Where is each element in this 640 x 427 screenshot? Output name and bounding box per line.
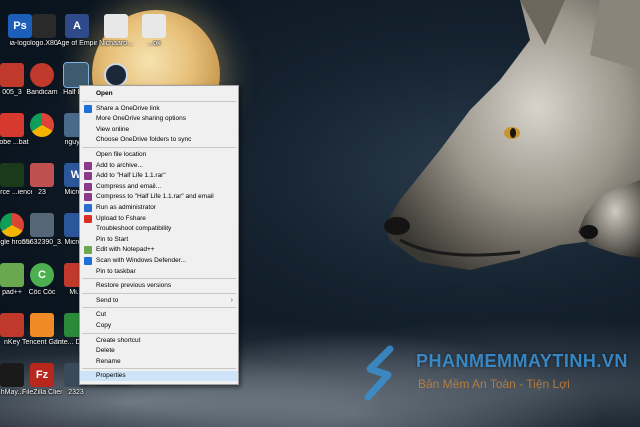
bandicam-icon — [30, 63, 54, 87]
menu-item-more-onedrive-sharing-options[interactable]: More OneDrive sharing options — [80, 114, 238, 124]
game-icon — [0, 163, 24, 187]
winrar-icon — [84, 193, 92, 202]
menu-item-open[interactable]: Open — [80, 89, 238, 99]
menu-item-view-online[interactable]: View online — [80, 125, 238, 135]
menu-separator — [82, 100, 236, 102]
menu-item-label: Add to archive... — [96, 161, 143, 169]
watermark-logo-icon — [364, 345, 394, 401]
menu-item-copy[interactable]: Copy — [80, 321, 238, 331]
menu-item-label: Compress to "Half Life 1.1.rar" and emai… — [96, 193, 214, 201]
menu-item-label: Open file location — [96, 151, 147, 158]
menu-item-compress-and-email[interactable]: Compress and email... — [80, 182, 238, 192]
menu-item-send-to[interactable]: Send to › — [80, 296, 238, 306]
menu-separator — [82, 307, 236, 309]
menu-separator — [82, 332, 236, 334]
menu-item-label: Pin to Start — [96, 235, 129, 243]
menu-item-label: Restore previous versions — [96, 282, 172, 290]
menu-item-pin-to-start[interactable]: Pin to Start — [80, 235, 238, 245]
menu-item-label: Cut — [96, 311, 107, 319]
desktop-icon[interactable] — [96, 63, 136, 87]
menu-item-share-a-onedrive-link[interactable]: Share a OneDrive link — [80, 104, 238, 114]
menu-item-add-to-half-life-1-1-rar[interactable]: Add to "Half Life 1.1.rar" — [80, 171, 238, 181]
filezilla-icon: Fz — [30, 363, 54, 387]
menu-item-properties[interactable]: Properties — [80, 371, 238, 382]
coccoc-icon: C — [30, 263, 54, 287]
menu-item-label: Add to "Half Life 1.1.rar" — [96, 172, 166, 180]
onedrive-icon — [84, 104, 92, 113]
chrome-icon — [30, 113, 54, 137]
menu-separator — [82, 292, 236, 294]
image-file-icon — [32, 14, 56, 38]
desktop-icon[interactable]: Nichaaro... — [96, 14, 136, 48]
menu-item-label: Choose OneDrive folders to sync — [96, 136, 192, 144]
menu-item-label: Rename — [96, 357, 121, 365]
menu-item-label: Scan with Windows Defender... — [96, 257, 186, 264]
menu-item-edit-with-notepad[interactable]: Edit with Notepad++ — [80, 245, 238, 255]
menu-separator — [82, 368, 236, 370]
menu-item-label: More OneDrive sharing options — [96, 115, 186, 123]
menu-item-run-as-administrator[interactable]: Run as administrator — [80, 203, 238, 213]
image-file-icon — [30, 213, 54, 237]
watermark-subtitle: Bản Mềm An Toàn - Tiện Lợi — [418, 377, 570, 391]
notepadpp-icon — [0, 263, 24, 287]
menu-item-label: Delete — [96, 347, 115, 355]
menu-item-add-to-archive[interactable]: Add to archive... — [80, 161, 238, 171]
desktop-icon[interactable]: AAge of Empires II HD — [57, 14, 97, 48]
defender-icon — [84, 257, 92, 265]
steam-icon — [104, 63, 128, 87]
menu-item-rename[interactable]: Rename — [80, 357, 238, 367]
document-icon — [104, 14, 128, 38]
menu-item-label: Properties — [96, 372, 126, 380]
menu-item-scan-with-windows-defender[interactable]: Scan with Windows Defender... — [80, 256, 238, 266]
half-life-icon — [63, 62, 89, 88]
menu-item-create-shortcut[interactable]: Create shortcut — [80, 336, 238, 346]
watermark: PHANMEMMAYTINH.VN Bản Mềm An Toàn - Tiện… — [360, 345, 640, 405]
menu-item-label: Send to — [96, 296, 119, 304]
fshare-icon — [84, 214, 92, 223]
menu-item-label: Pin to taskbar — [96, 267, 136, 275]
menu-item-pin-to-taskbar[interactable]: Pin to taskbar — [80, 267, 238, 277]
unikey-icon — [0, 313, 24, 337]
menu-item-upload-to-fshare[interactable]: Upload to Fshare — [80, 214, 238, 224]
menu-item-label: Run as administrator — [96, 204, 156, 211]
menu-item-troubleshoot-compatibility[interactable]: Troubleshoot compatibility — [80, 224, 238, 234]
age-of-empires-icon: A — [65, 14, 89, 38]
menu-item-choose-onedrive-folders-to-sync[interactable]: Choose OneDrive folders to sync — [80, 135, 238, 145]
menu-item-label: Share a OneDrive link — [96, 104, 160, 112]
menu-item-restore-previous-versions[interactable]: Restore previous versions — [80, 281, 238, 291]
watermark-title: PHANMEMMAYTINH.VN — [416, 351, 628, 371]
menu-separator — [82, 278, 236, 280]
menu-item-open-file-location[interactable]: Open file location — [80, 150, 238, 160]
context-menu: Open Share a OneDrive link More OneDrive s… — [79, 85, 239, 385]
adobe-icon — [0, 113, 24, 137]
menu-item-label: Upload to Fshare — [96, 214, 146, 222]
menu-item-label: Troubleshoot compatibility — [96, 225, 172, 233]
tencent-icon — [30, 313, 54, 337]
menu-item-cut[interactable]: Cut — [80, 310, 238, 320]
document-icon — [142, 14, 166, 38]
desktop-icon[interactable]: ...ok — [134, 14, 174, 48]
notepadpp-icon — [84, 246, 92, 255]
app-icon — [0, 363, 24, 387]
shield-icon — [84, 204, 92, 212]
menu-separator — [82, 147, 236, 148]
app-icon — [0, 63, 24, 87]
menu-item-label: Copy — [96, 322, 112, 329]
menu-item-label: Compress and email... — [96, 182, 162, 190]
menu-item-label: Create shortcut — [96, 336, 141, 344]
chrome-icon — [0, 213, 24, 237]
menu-item-compress-to-half-life-1-1-rar-and-email[interactable]: Compress to "Half Life 1.1.rar" and emai… — [80, 192, 238, 202]
image-file-icon — [30, 163, 54, 187]
menu-item-label: View online — [96, 125, 130, 133]
menu-item-label: Open — [96, 90, 113, 97]
menu-item-delete[interactable]: Delete — [80, 346, 238, 356]
menu-item-label: Edit with Notepad++ — [96, 246, 155, 254]
winrar-icon — [84, 172, 92, 181]
winrar-icon — [84, 182, 92, 191]
chevron-right-icon: › — [230, 296, 233, 304]
winrar-icon — [84, 161, 92, 170]
